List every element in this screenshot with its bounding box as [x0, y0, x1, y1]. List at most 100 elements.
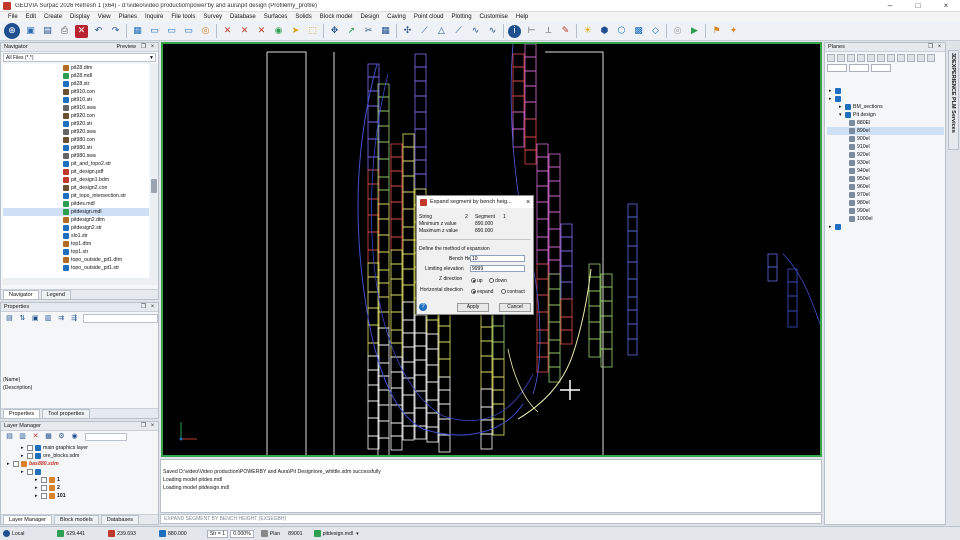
plane-tool-icon[interactable]: [837, 54, 845, 62]
layer-visibility-checkbox[interactable]: [27, 453, 33, 459]
menu-item-file[interactable]: File: [4, 14, 22, 20]
minimize-button[interactable]: –: [876, 1, 904, 10]
plane-tree-item[interactable]: ▸: [827, 223, 944, 231]
copy-layer-icon[interactable]: ▥: [18, 432, 27, 441]
plane-tool-icon[interactable]: [877, 54, 885, 62]
plane-tool-icon[interactable]: [867, 54, 875, 62]
file-list-item[interactable]: pitdesign2.str: [3, 224, 149, 232]
plane-tree-item[interactable]: ▸: [827, 95, 944, 103]
chevron-down-icon[interactable]: ▼: [148, 55, 155, 61]
solid-icon[interactable]: ⬡: [615, 25, 628, 38]
layer-item[interactable]: ▸: [3, 468, 149, 476]
menu-item-view[interactable]: View: [94, 14, 115, 20]
dialog-close-icon[interactable]: ×: [523, 199, 533, 206]
menu-item-solids[interactable]: Solids: [291, 14, 315, 20]
plm-services-side-tab[interactable]: 3DEXPERIENCE PLM Services: [948, 50, 959, 150]
plane-tree-item[interactable]: 970el: [827, 191, 944, 199]
h-expand-radio[interactable]: expand: [471, 289, 493, 295]
file-list-item[interactable]: pit28.dtm: [3, 64, 149, 72]
hexagon-icon[interactable]: ⬢: [598, 25, 611, 38]
menu-item-caving[interactable]: Caving: [383, 14, 410, 20]
plane-tree-item[interactable]: ▾ Pit design: [827, 111, 944, 119]
layer-visibility-checkbox[interactable]: [27, 445, 33, 451]
close-window-button[interactable]: ×: [932, 1, 960, 10]
cut-icon[interactable]: ✂: [362, 25, 375, 38]
segment-cross-icon[interactable]: ✕: [238, 25, 251, 38]
point-cross-icon[interactable]: ✕: [221, 25, 234, 38]
plane-tool-icon[interactable]: [857, 54, 865, 62]
move-icon[interactable]: ✥: [328, 25, 341, 38]
menu-item-point-cloud[interactable]: Point cloud: [410, 14, 448, 20]
file-list-item[interactable]: pit910.str: [3, 96, 149, 104]
plane-tool-icon[interactable]: [907, 54, 915, 62]
measure-icon[interactable]: ⟂: [542, 25, 555, 38]
limiting-elevation-input[interactable]: [470, 265, 525, 272]
file-list-item[interactable]: pit920.swa: [3, 128, 149, 136]
save-icon[interactable]: ▤: [41, 25, 54, 38]
menu-item-customise[interactable]: Customise: [476, 14, 512, 20]
file-list-item[interactable]: pit_design2.con: [3, 184, 149, 192]
close-panel-icon[interactable]: ×: [149, 44, 156, 50]
plane-input[interactable]: [849, 64, 869, 72]
layer-item[interactable]: ▸ ore_blocks.sdm: [3, 452, 149, 460]
plane-tool-icon[interactable]: [917, 54, 925, 62]
plane-tree-item[interactable]: 930el: [827, 159, 944, 167]
wave-icon[interactable]: ∿: [469, 25, 482, 38]
properties-search-input[interactable]: [82, 313, 158, 323]
target-icon[interactable]: ◎: [199, 25, 212, 38]
file-filter-select[interactable]: All Files (*.*) ▼: [3, 53, 156, 62]
run-macro-icon[interactable]: ▶: [688, 25, 701, 38]
plane-tool-icon[interactable]: [847, 54, 855, 62]
layer-visibility-checkbox[interactable]: [41, 493, 47, 499]
cancel-button[interactable]: Cancel: [499, 303, 531, 312]
status-zoom[interactable]: 0.000%: [230, 529, 254, 538]
file-list-scrollbar[interactable]: [150, 64, 158, 278]
new-layer-icon[interactable]: ▤: [5, 432, 14, 441]
digitize-icon[interactable]: ✣: [401, 25, 414, 38]
layer-search-input[interactable]: [85, 432, 127, 441]
menu-item-file-tools[interactable]: File tools: [167, 14, 199, 20]
layer-item[interactable]: ▸ 2: [3, 484, 149, 492]
scrollbar-thumb[interactable]: [151, 179, 157, 193]
line-icon[interactable]: ⟋: [418, 25, 431, 38]
plane-input[interactable]: [871, 64, 891, 72]
plane-tree-item[interactable]: 990el: [827, 207, 944, 215]
menu-item-help[interactable]: Help: [512, 14, 532, 20]
file-list-item[interactable]: slo1.str: [3, 232, 149, 240]
status-string[interactable]: Str = 1: [206, 529, 229, 538]
horizontal-scrollbar[interactable]: [3, 278, 158, 285]
layer-visible-icon[interactable]: ◉: [70, 432, 79, 441]
menu-item-planes[interactable]: Planes: [115, 14, 141, 20]
screen-view-icon[interactable]: ▭: [148, 25, 161, 38]
plane-tree-item[interactable]: 950el: [827, 175, 944, 183]
file-list-item[interactable]: pit980.str: [3, 144, 149, 152]
file-list-item[interactable]: pit_topo_intersection.str: [3, 192, 149, 200]
select-box-icon[interactable]: ⬚: [306, 25, 319, 38]
bench-height-input[interactable]: [470, 255, 525, 262]
spline-icon[interactable]: ∿: [486, 25, 499, 38]
file-list-item[interactable]: pit910.swa: [3, 104, 149, 112]
maximize-button[interactable]: □: [904, 1, 932, 10]
tab-layer-manager[interactable]: Layer Manager: [3, 515, 52, 524]
menu-item-surfaces[interactable]: Surfaces: [260, 14, 292, 20]
plane-tree-item[interactable]: 890el: [827, 127, 944, 135]
polygon-icon[interactable]: △: [435, 25, 448, 38]
float-panel-icon[interactable]: ❐: [140, 304, 147, 310]
grid-close-icon[interactable]: ✕: [75, 24, 88, 38]
plane-tree-item[interactable]: ▸: [827, 87, 944, 95]
plane-tree-item[interactable]: 1000el: [827, 215, 944, 223]
string-cross-icon[interactable]: ✕: [255, 25, 268, 38]
trend-icon[interactable]: ⟋: [452, 25, 465, 38]
layer-visibility-checkbox[interactable]: [41, 485, 47, 491]
file-list-item[interactable]: top1.str: [3, 248, 149, 256]
layer-visibility-checkbox[interactable]: [27, 469, 33, 475]
file-list-item[interactable]: topo_outside_pit1.dtm: [3, 256, 149, 264]
tab-properties[interactable]: Properties: [3, 409, 41, 418]
view-icon[interactable]: ▣: [31, 314, 40, 323]
layer-item[interactable]: ▸ 101: [3, 492, 149, 500]
close-panel-icon[interactable]: ×: [936, 44, 943, 50]
apply-button[interactable]: Apply: [457, 303, 489, 312]
radio-selected-icon[interactable]: [471, 278, 476, 284]
layer-item[interactable]: ▸ bas880.sdm: [3, 460, 149, 468]
globe-icon[interactable]: ⊕: [4, 23, 20, 39]
